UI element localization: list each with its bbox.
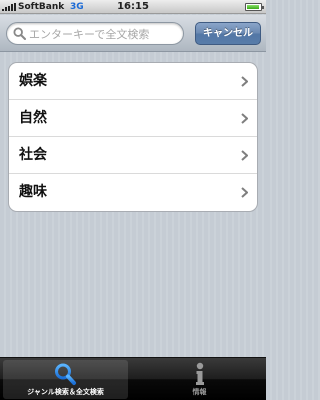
magnifier-icon <box>54 363 76 385</box>
chevron-right-icon <box>241 187 248 198</box>
genre-row-nature[interactable]: 自然 <box>9 100 257 137</box>
search-bar: キャンセル <box>0 15 266 52</box>
genre-row-society[interactable]: 社会 <box>9 137 257 174</box>
battery-icon <box>245 3 264 11</box>
genre-row-entertainment[interactable]: 娯楽 <box>9 63 257 100</box>
chevron-right-icon <box>241 113 248 124</box>
genre-label: 自然 <box>19 110 47 126</box>
tab-label: 情報 <box>192 388 207 396</box>
search-field[interactable] <box>6 22 184 45</box>
genre-row-hobby[interactable]: 趣味 <box>9 174 257 211</box>
genre-label: 社会 <box>19 147 47 163</box>
chevron-right-icon <box>241 76 248 87</box>
genre-list: 娯楽 自然 社会 趣味 <box>8 62 258 212</box>
info-icon <box>195 362 204 385</box>
genre-label: 娯楽 <box>19 73 47 89</box>
status-bar: SoftBank 3G 16:15 <box>0 0 266 14</box>
tab-label: ジャンル検索＆全文検索 <box>27 388 104 396</box>
chevron-right-icon <box>241 150 248 161</box>
status-time: 16:15 <box>117 1 149 12</box>
genre-label: 趣味 <box>19 184 47 200</box>
cancel-button[interactable]: キャンセル <box>195 22 261 45</box>
tab-genre-search[interactable]: ジャンル検索＆全文検索 <box>3 360 128 399</box>
search-icon <box>13 27 26 40</box>
tab-info[interactable]: 情報 <box>136 360 263 399</box>
tab-bar: ジャンル検索＆全文検索 情報 <box>0 357 266 400</box>
search-input[interactable] <box>29 26 179 42</box>
